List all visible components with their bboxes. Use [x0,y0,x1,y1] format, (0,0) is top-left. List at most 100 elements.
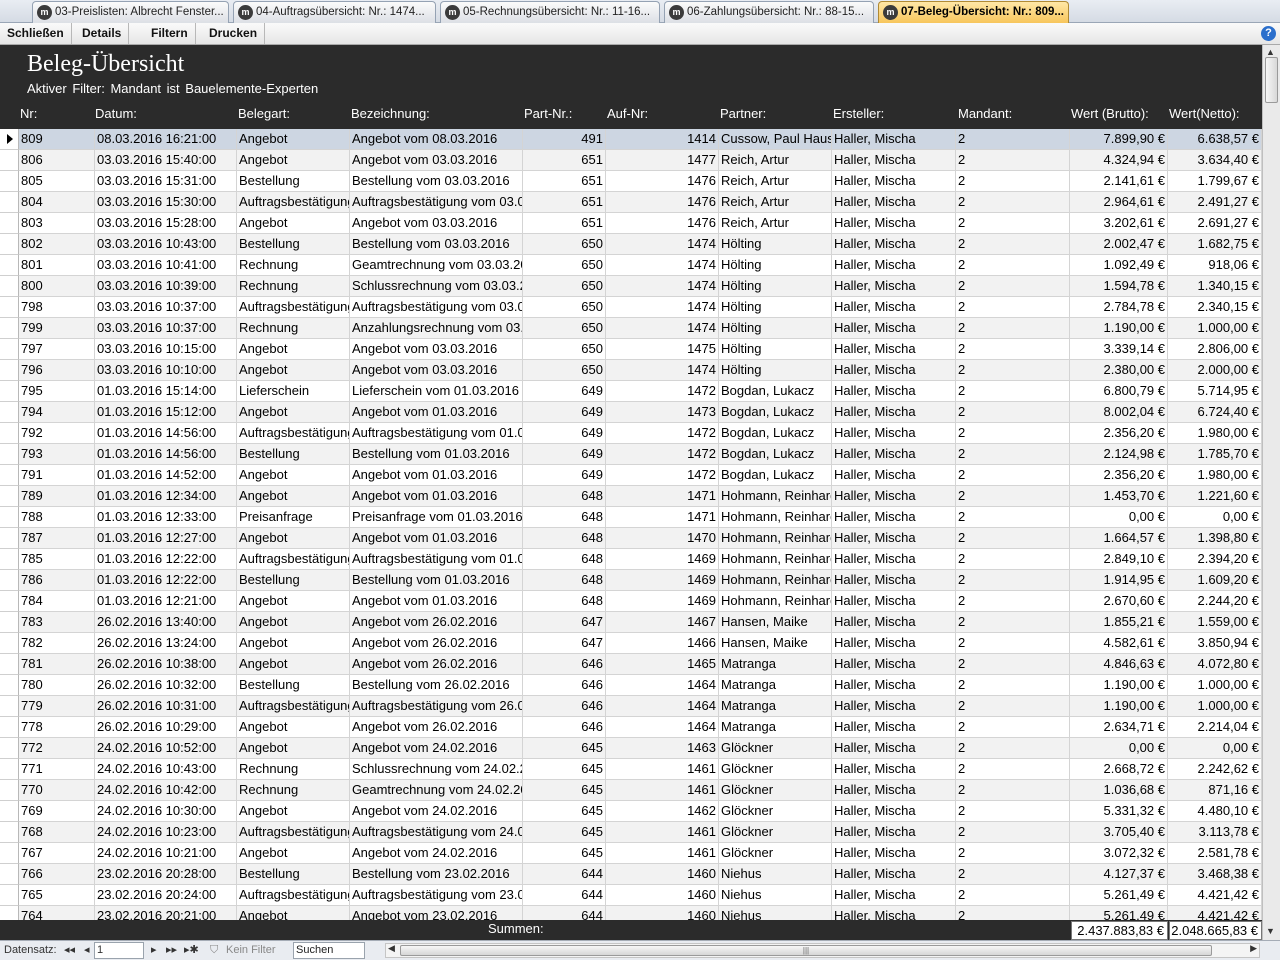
cell-bezeichnung[interactable]: Angebot vom 03.03.2016 [350,360,523,381]
cell-part-nr[interactable]: 651 [523,150,606,171]
column-header-wert-netto[interactable]: Wert(Netto): [1169,106,1240,121]
cell-belegart[interactable]: Angebot [237,402,350,423]
cell-nr[interactable]: 803 [19,213,95,234]
cell-datum[interactable]: 03.03.2016 15:30:00 [95,192,237,213]
cell-ersteller[interactable]: Haller, Mischa [832,486,956,507]
cell-wert-netto[interactable]: 2.394,20 € [1168,549,1262,570]
table-row[interactable]: 791 01.03.2016 14:52:00 Angebot Angebot vom… [0,465,1262,486]
cell-mandant[interactable]: 2 [956,549,1070,570]
cell-part-nr[interactable]: 644 [523,864,606,885]
cell-part-nr[interactable]: 650 [523,255,606,276]
cell-ersteller[interactable]: Haller, Mischa [832,633,956,654]
table-row[interactable]: 780 26.02.2016 10:32:00 Bestellung Bestellu… [0,675,1262,696]
tab-auftragsuebersicht[interactable]: m 04-Auftragsübersicht: Nr.: 1474... [233,1,436,23]
cell-wert-netto[interactable]: 1.785,70 € [1168,444,1262,465]
table-row[interactable]: 805 03.03.2016 15:31:00 Bestellung Bestellu… [0,171,1262,192]
cell-wert-brutto[interactable]: 5.331,32 € [1070,801,1168,822]
cell-wert-brutto[interactable]: 5.261,49 € [1070,885,1168,906]
row-selector[interactable] [0,171,19,192]
cell-bezeichnung[interactable]: Geamtrechnung vom 24.02.2016 [350,780,523,801]
cell-datum[interactable]: 03.03.2016 15:40:00 [95,150,237,171]
row-selector[interactable] [0,759,19,780]
cell-part-nr[interactable]: 648 [523,486,606,507]
cell-nr[interactable]: 793 [19,444,95,465]
cell-wert-brutto[interactable]: 2.380,00 € [1070,360,1168,381]
row-selector[interactable] [0,402,19,423]
cell-ersteller[interactable]: Haller, Mischa [832,360,956,381]
cell-partner[interactable]: Hansen, Maike [719,612,832,633]
cell-part-nr[interactable]: 646 [523,717,606,738]
table-row[interactable]: 772 24.02.2016 10:52:00 Angebot Angebot vom… [0,738,1262,759]
cell-partner[interactable]: Reich, Artur [719,171,832,192]
table-row[interactable]: 804 03.03.2016 15:30:00 Auftragsbestätigun… [0,192,1262,213]
table-row[interactable]: 809 08.03.2016 16:21:00 Angebot Angebot vom… [0,129,1262,150]
cell-mandant[interactable]: 2 [956,633,1070,654]
cell-bezeichnung[interactable]: Geamtrechnung vom 03.03.2016 [350,255,523,276]
row-selector[interactable] [0,780,19,801]
cell-belegart[interactable]: Angebot [237,486,350,507]
row-selector[interactable] [0,465,19,486]
cell-wert-brutto[interactable]: 2.670,60 € [1070,591,1168,612]
cell-bezeichnung[interactable]: Bestellung vom 23.02.2016 [350,864,523,885]
cell-ersteller[interactable]: Haller, Mischa [832,213,956,234]
cell-auf-nr[interactable]: 1465 [606,654,719,675]
cell-bezeichnung[interactable]: Auftragsbestätigung vom 23.02.2016 [350,885,523,906]
cell-wert-netto[interactable]: 4.072,80 € [1168,654,1262,675]
cell-wert-netto[interactable]: 2.242,62 € [1168,759,1262,780]
table-row[interactable]: 794 01.03.2016 15:12:00 Angebot Angebot vom… [0,402,1262,423]
cell-bezeichnung[interactable]: Angebot vom 01.03.2016 [350,465,523,486]
cell-partner[interactable]: Hölting [719,234,832,255]
cell-datum[interactable]: 01.03.2016 12:33:00 [95,507,237,528]
cell-mandant[interactable]: 2 [956,885,1070,906]
cell-wert-netto[interactable]: 4.480,10 € [1168,801,1262,822]
cell-part-nr[interactable]: 650 [523,276,606,297]
cell-part-nr[interactable]: 648 [523,570,606,591]
cell-belegart[interactable]: Angebot [237,654,350,675]
cell-part-nr[interactable]: 644 [523,906,606,920]
cell-ersteller[interactable]: Haller, Mischa [832,612,956,633]
cell-mandant[interactable]: 2 [956,192,1070,213]
cell-wert-netto[interactable]: 1.980,00 € [1168,423,1262,444]
cell-wert-netto[interactable]: 1.799,67 € [1168,171,1262,192]
vertical-scrollbar[interactable]: ▲ ▼ [1262,45,1280,940]
cell-wert-netto[interactable]: 2.581,78 € [1168,843,1262,864]
cell-belegart[interactable]: Auftragsbestätigung [237,822,350,843]
cell-bezeichnung[interactable]: Auftragsbestätigung vom 24.02.2016 [350,822,523,843]
cell-datum[interactable]: 24.02.2016 10:30:00 [95,801,237,822]
no-filter-button[interactable]: Kein Filter [226,943,276,959]
cell-part-nr[interactable]: 648 [523,507,606,528]
cell-nr[interactable]: 801 [19,255,95,276]
cell-auf-nr[interactable]: 1472 [606,465,719,486]
cell-part-nr[interactable]: 645 [523,801,606,822]
cell-partner[interactable]: Hohmann, Reinhard [719,507,832,528]
table-row[interactable]: 797 03.03.2016 10:15:00 Angebot Angebot vom… [0,339,1262,360]
cell-auf-nr[interactable]: 1414 [606,129,719,150]
cell-wert-brutto[interactable]: 1.664,57 € [1070,528,1168,549]
cell-auf-nr[interactable]: 1473 [606,402,719,423]
scroll-up-icon[interactable]: ▲ [1266,47,1275,57]
cell-nr[interactable]: 785 [19,549,95,570]
cell-datum[interactable]: 26.02.2016 10:31:00 [95,696,237,717]
cell-auf-nr[interactable]: 1474 [606,297,719,318]
cell-partner[interactable]: Matranga [719,675,832,696]
cell-wert-brutto[interactable]: 2.668,72 € [1070,759,1168,780]
cell-wert-netto[interactable]: 4.421,42 € [1168,885,1262,906]
cell-wert-netto[interactable]: 4.421,42 € [1168,906,1262,920]
table-row[interactable]: 801 03.03.2016 10:41:00 Rechnung Geamtrechn… [0,255,1262,276]
cell-nr[interactable]: 764 [19,906,95,920]
cell-part-nr[interactable]: 651 [523,192,606,213]
cell-nr[interactable]: 788 [19,507,95,528]
cell-mandant[interactable]: 2 [956,402,1070,423]
cell-auf-nr[interactable]: 1474 [606,318,719,339]
cell-partner[interactable]: Glöckner [719,759,832,780]
first-record-icon[interactable]: ◂◂ [64,943,75,959]
cell-nr[interactable]: 802 [19,234,95,255]
row-selector[interactable] [0,717,19,738]
cell-part-nr[interactable]: 645 [523,759,606,780]
cell-partner[interactable]: Bogdan, Lukacz [719,423,832,444]
cell-part-nr[interactable]: 649 [523,402,606,423]
cell-partner[interactable]: Hölting [719,255,832,276]
cell-wert-netto[interactable]: 6.638,57 € [1168,129,1262,150]
cell-wert-netto[interactable]: 871,16 € [1168,780,1262,801]
cell-wert-netto[interactable]: 2.000,00 € [1168,360,1262,381]
